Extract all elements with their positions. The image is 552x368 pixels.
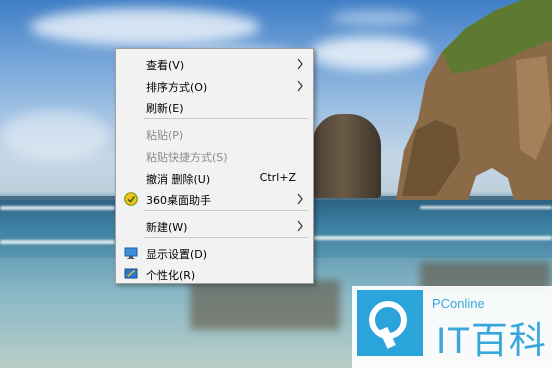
wave: [0, 240, 115, 244]
menu-item-view[interactable]: 查看(V): [116, 53, 313, 75]
menu-item-label: 排序方式(O): [146, 81, 208, 94]
rock-reflection: [190, 280, 340, 330]
menu-item-new[interactable]: 新建(W): [116, 215, 313, 237]
menu-item-personalize[interactable]: 个性化(R): [116, 263, 313, 285]
menu-item-label: 查看(V): [146, 59, 185, 72]
display-settings-icon: [124, 247, 138, 259]
watermark-title: IT百科: [436, 320, 547, 361]
wave: [312, 236, 552, 240]
cloud: [30, 8, 260, 46]
menu-item-label: 显示设置(D): [146, 248, 208, 261]
menu-item-sort-by[interactable]: 排序方式(O): [116, 75, 313, 97]
menu-separator: [144, 237, 308, 238]
magnifier-logo-icon: [369, 301, 407, 349]
wave: [420, 206, 552, 209]
menu-item-label: 粘贴快捷方式(S): [146, 151, 228, 164]
menu-item-display-settings[interactable]: 显示设置(D): [116, 242, 313, 264]
menu-item-label: 撤消 删除(U): [146, 173, 211, 186]
chevron-right-icon: [297, 193, 303, 205]
menu-item-refresh[interactable]: 刷新(E): [116, 96, 313, 118]
cloud: [0, 110, 110, 160]
menu-item-undo-delete[interactable]: 撤消 删除(U) Ctrl+Z: [116, 167, 313, 189]
menu-item-paste-shortcut[interactable]: 粘贴快捷方式(S): [116, 145, 313, 167]
menu-separator: [144, 118, 308, 119]
chevron-right-icon: [297, 80, 303, 92]
chevron-right-icon: [297, 58, 303, 70]
menu-item-label: 粘贴(P): [146, 129, 184, 142]
menu-item-label: 新建(W): [146, 221, 188, 234]
desktop-context-menu: 查看(V) 排序方式(O) 刷新(E) 粘贴(P) 粘贴快捷方式(S) 撤消 删…: [115, 48, 314, 284]
rock-arch: [396, 0, 552, 200]
menu-separator: [144, 210, 308, 211]
wave: [0, 206, 115, 210]
menu-item-shortcut: Ctrl+Z: [259, 171, 296, 184]
menu-item-label: 360桌面助手: [146, 194, 211, 207]
chevron-right-icon: [297, 220, 303, 232]
watermark-logo: [357, 290, 423, 356]
sea-stack-rock: [313, 114, 381, 198]
menu-item-label: 个性化(R): [146, 269, 196, 282]
360-assistant-icon: [124, 192, 138, 206]
menu-item-label: 刷新(E): [146, 102, 184, 115]
menu-item-paste[interactable]: 粘贴(P): [116, 123, 313, 145]
watermark-brand: PConline: [432, 296, 485, 311]
menu-item-360-desktop-assistant[interactable]: 360桌面助手: [116, 188, 313, 210]
personalize-icon: [124, 268, 138, 279]
